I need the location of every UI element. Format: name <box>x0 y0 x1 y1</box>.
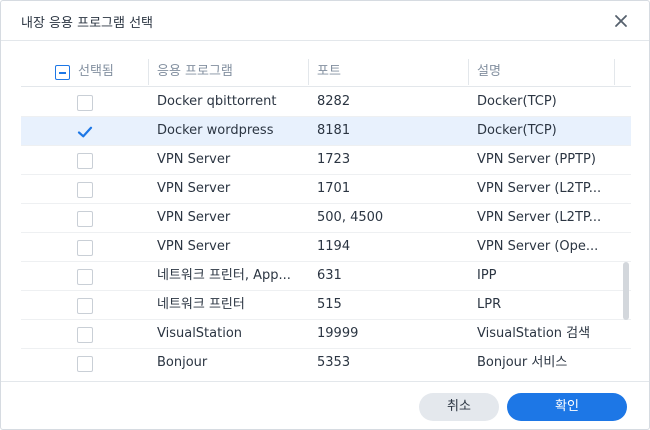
table-row[interactable]: VPN Server 1194 VPN Server (Ope... <box>21 233 631 262</box>
row-checkbox[interactable] <box>77 211 93 227</box>
row-description: Docker(TCP) <box>477 94 557 109</box>
dialog-footer: 취소 확인 <box>1 381 649 429</box>
row-checkbox[interactable] <box>77 240 93 256</box>
select-all-checkbox[interactable] <box>55 65 70 80</box>
table-header: 선택됨 응용 프로그램 포트 설명 <box>21 57 631 87</box>
row-application: VisualStation <box>157 326 243 341</box>
table-row[interactable]: 네트워크 프린터 515 LPR <box>21 291 631 320</box>
row-application: VPN Server <box>157 181 231 196</box>
ok-button[interactable]: 확인 <box>507 393 627 421</box>
row-description: LPR <box>477 297 502 312</box>
table-row[interactable]: VisualStation 19999 VisualStation 검색 <box>21 320 631 349</box>
app-selection-dialog: 내장 응용 프로그램 선택 선택됨 응용 프로그램 포트 설명 Docker q… <box>0 0 650 430</box>
row-port: 1723 <box>317 152 351 167</box>
table-row[interactable]: Docker qbittorrent 8282 Docker(TCP) <box>21 88 631 117</box>
row-application: VPN Server <box>157 152 231 167</box>
cancel-button[interactable]: 취소 <box>419 393 499 421</box>
row-checkbox[interactable] <box>77 182 93 198</box>
close-icon[interactable] <box>613 13 629 29</box>
row-application: 네트워크 프린터, App... <box>157 268 291 283</box>
table-row[interactable]: Docker wordpress 8181 Docker(TCP) <box>21 117 631 146</box>
scrollbar-track[interactable] <box>621 87 631 373</box>
row-checkbox[interactable] <box>77 153 93 169</box>
row-port: 1701 <box>317 181 351 196</box>
column-header-description[interactable]: 설명 <box>469 57 501 87</box>
column-header-selected[interactable]: 선택됨 <box>70 57 114 87</box>
row-checkbox[interactable] <box>77 298 93 314</box>
column-header-application[interactable]: 응용 프로그램 <box>149 57 233 87</box>
row-description: VPN Server (PPTP) <box>477 152 596 167</box>
row-port: 5353 <box>317 355 351 370</box>
row-checkbox[interactable] <box>77 356 93 372</box>
row-description: VPN Server (Ope... <box>477 239 599 254</box>
column-header-port[interactable]: 포트 <box>309 57 341 87</box>
row-application: 네트워크 프린터 <box>157 297 245 312</box>
table-row[interactable]: 네트워크 프린터, App... 631 IPP <box>21 262 631 291</box>
row-application: Docker wordpress <box>157 123 274 138</box>
column-divider[interactable] <box>614 59 615 85</box>
table-row[interactable]: VPN Server 500, 4500 VPN Server (L2TP... <box>21 204 631 233</box>
row-port: 1194 <box>317 239 351 254</box>
row-description: Docker(TCP) <box>477 123 557 138</box>
row-checkbox[interactable] <box>77 269 93 285</box>
row-description: VPN Server (L2TP... <box>477 210 602 225</box>
dialog-title-bar: 내장 응용 프로그램 선택 <box>1 1 649 41</box>
row-checkbox[interactable] <box>77 95 93 111</box>
minus-icon <box>59 72 66 74</box>
row-checkbox[interactable] <box>77 327 93 343</box>
table-row[interactable]: VPN Server 1701 VPN Server (L2TP... <box>21 175 631 204</box>
scrollbar-thumb[interactable] <box>623 262 629 320</box>
row-port: 631 <box>317 268 342 283</box>
row-application: Docker qbittorrent <box>157 94 277 109</box>
row-description: IPP <box>477 268 497 283</box>
table-row[interactable]: Bonjour 5353 Bonjour 서비스 <box>21 349 631 373</box>
row-description: VPN Server (L2TP... <box>477 181 602 196</box>
checkmark-icon <box>77 126 93 138</box>
row-application: VPN Server <box>157 210 231 225</box>
row-checkbox[interactable] <box>77 124 93 140</box>
row-port: 500, 4500 <box>317 210 384 225</box>
row-port: 19999 <box>317 326 359 341</box>
row-port: 8181 <box>317 123 351 138</box>
row-port: 8282 <box>317 94 351 109</box>
application-table: 선택됨 응용 프로그램 포트 설명 Docker qbittorrent 8282… <box>21 57 631 373</box>
row-port: 515 <box>317 297 342 312</box>
dialog-title: 내장 응용 프로그램 선택 <box>21 16 153 31</box>
row-application: Bonjour <box>157 355 208 370</box>
row-description: VisualStation 검색 <box>477 326 591 341</box>
table-row[interactable]: VPN Server 1723 VPN Server (PPTP) <box>21 146 631 175</box>
row-description: Bonjour 서비스 <box>477 355 568 370</box>
row-application: VPN Server <box>157 239 231 254</box>
